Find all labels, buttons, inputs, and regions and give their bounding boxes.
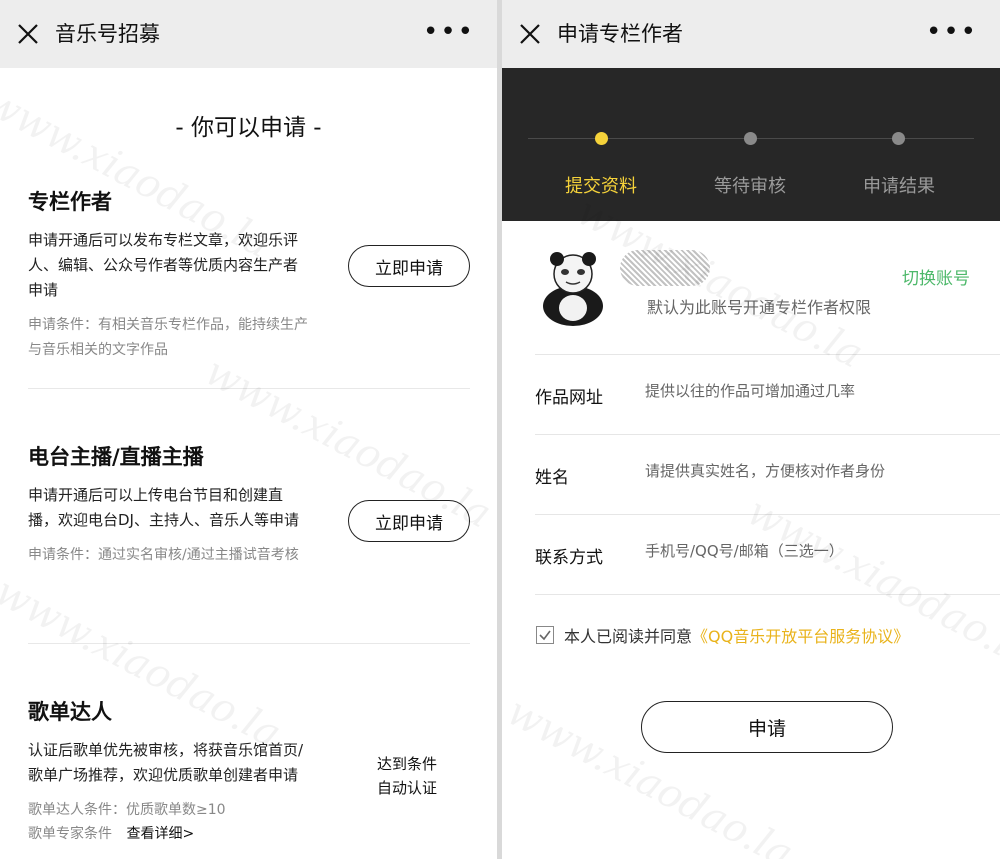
expert-condition: 歌单专家条件 查看详细>	[28, 822, 488, 846]
works-url-input[interactable]	[643, 381, 977, 401]
view-details-link[interactable]: 查看详细>	[126, 826, 194, 842]
divider-line	[28, 388, 470, 389]
agreement-text: 本人已阅读并同意	[564, 627, 693, 646]
section-title: 专栏作者	[28, 190, 112, 214]
more-icon[interactable]: •••	[926, 19, 978, 45]
right-topbar: 申请专栏作者 •••	[502, 0, 1000, 68]
section-description: 申请开通后可以上传电台节目和创建直播，欢迎电台DJ、主持人、音乐人等申请	[28, 486, 299, 529]
step-dot-submit	[595, 132, 608, 145]
switch-account-link[interactable]: 切换账号	[902, 264, 970, 289]
more-icon[interactable]: •••	[423, 19, 475, 45]
form-row-works-url: 作品网址	[535, 354, 1000, 435]
step-dot-review	[744, 132, 757, 145]
section-description: 申请开通后可以发布专栏文章，欢迎乐评人、编辑、公众号作者等优质内容生产者申请	[28, 231, 299, 299]
section-title: 电台主播/直播主播	[28, 445, 204, 469]
submit-button[interactable]: 申请	[641, 701, 893, 753]
section-condition: 申请条件：有相关音乐专栏作品，能持续生产与音乐相关的文字作品	[28, 317, 308, 358]
section-condition: 申请条件：通过实名审核/通过主播试音考核	[28, 547, 299, 563]
step-label-result: 申请结果	[863, 176, 935, 197]
divider-line	[28, 643, 470, 644]
playlist-condition: 歌单达人条件：优质歌单数≥10	[28, 802, 226, 818]
step-label-review: 等待审核	[714, 176, 786, 197]
close-icon[interactable]	[516, 20, 544, 48]
redacted-username	[620, 250, 710, 286]
form-row-contact: 联系方式	[535, 514, 1000, 595]
page-title: 申请专栏作者	[557, 22, 683, 46]
works-url-label: 作品网址	[535, 388, 603, 408]
auto-certify-note: 达到条件 自动认证	[374, 752, 440, 800]
contact-label: 联系方式	[535, 548, 603, 568]
section-title: 歌单达人	[28, 700, 112, 724]
check-icon	[539, 630, 551, 641]
section-heading: - 你可以申请 -	[175, 115, 322, 141]
section-description: 认证后歌单优先被审核，将获音乐馆首页/歌单广场推荐，欢迎优质歌单创建者申请	[28, 741, 304, 784]
step-label-submit: 提交资料	[565, 176, 637, 197]
apply-column-author-button[interactable]: 立即申请	[348, 245, 470, 287]
recruit-panel: 音乐号招募 ••• - 你可以申请 - 专栏作者 申请开通后可以发布专栏文章，欢…	[0, 0, 497, 859]
apply-author-panel: 申请专栏作者 ••• 提交资料 等待审核 申请结果 切换账号 默认为此账号开通专…	[502, 0, 1000, 859]
expert-condition-label: 歌单专家条件	[28, 826, 112, 842]
auto-note-line: 自动认证	[376, 779, 437, 797]
progress-steps: 提交资料 等待审核 申请结果	[502, 68, 1000, 221]
apply-radio-host-button[interactable]: 立即申请	[348, 500, 470, 542]
left-topbar: 音乐号招募 •••	[0, 0, 497, 68]
contact-input[interactable]	[643, 541, 977, 561]
agreement-row: 本人已阅读并同意 《QQ音乐开放平台服务协议》	[536, 622, 996, 648]
step-dot-result	[892, 132, 905, 145]
page-title: 音乐号招募	[55, 22, 160, 46]
default-account-note: 默认为此账号开通专栏作者权限	[647, 298, 872, 317]
agree-checkbox[interactable]	[536, 626, 554, 644]
name-label: 姓名	[535, 468, 569, 488]
auto-note-line: 达到条件	[376, 755, 437, 773]
avatar	[543, 252, 603, 326]
account-row: 切换账号 默认为此账号开通专栏作者权限	[502, 240, 1000, 352]
close-icon[interactable]	[14, 20, 42, 48]
agreement-link[interactable]: 《QQ音乐开放平台服务协议》	[692, 623, 909, 647]
form-bottom-border	[535, 594, 1000, 596]
name-input[interactable]	[643, 461, 977, 481]
form-row-name: 姓名	[535, 434, 1000, 515]
